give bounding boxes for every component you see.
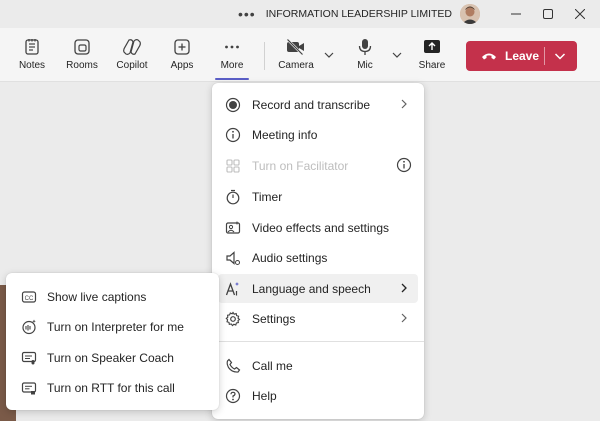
rooms-icon (74, 39, 90, 55)
record-icon (225, 97, 241, 112)
organization-name[interactable]: INFORMATION LEADERSHIP LIMITED (266, 8, 452, 20)
notes-button[interactable]: Notes (12, 28, 52, 82)
more-active-indicator (215, 78, 249, 80)
apps-button[interactable]: Apps (162, 28, 202, 82)
interpreter-icon (22, 319, 36, 334)
copilot-icon (123, 39, 141, 55)
chevron-right-icon (401, 313, 407, 323)
language-icon (225, 281, 239, 295)
title-bar: ••• INFORMATION LEADERSHIP LIMITED (0, 0, 600, 28)
menu-item-timer[interactable]: Timer (218, 182, 418, 211)
rooms-label: Rooms (66, 60, 98, 71)
rooms-button[interactable]: Rooms (62, 28, 102, 82)
menu-item-label: Call me (252, 358, 293, 373)
camera-off-icon (286, 38, 304, 56)
facilitator-icon (226, 158, 240, 173)
close-button[interactable] (564, 0, 596, 28)
meeting-toolbar: Notes Rooms Copilot Apps More Camera Mic… (0, 28, 600, 82)
menu-item-turn-on-facilitator: Turn on Facilitator (218, 151, 418, 180)
submenu-item-interpreter[interactable]: Turn on Interpreter for me (12, 312, 213, 341)
camera-button[interactable]: Camera (276, 28, 316, 82)
settings-icon (225, 311, 241, 326)
leave-options-chevron-icon[interactable] (554, 51, 566, 61)
audio-settings-icon (226, 250, 240, 265)
menu-item-label: Settings (252, 311, 296, 326)
maximize-icon (543, 9, 553, 19)
svg-text:CC: CC (25, 295, 34, 301)
mic-options-chevron-icon[interactable] (392, 50, 402, 60)
help-icon (225, 388, 241, 403)
menu-item-label: Help (252, 388, 277, 403)
toolbar-divider (264, 42, 265, 70)
camera-label: Camera (278, 60, 314, 71)
info-icon (225, 127, 241, 142)
language-submenu: CC Show live captions Turn on Interprete… (6, 273, 219, 410)
timer-icon (226, 189, 240, 204)
menu-item-label: Audio settings (252, 250, 328, 265)
mic-button[interactable]: Mic (346, 28, 384, 82)
menu-item-label: Video effects and settings (252, 220, 389, 235)
mic-label: Mic (357, 60, 373, 71)
menu-item-meeting-info[interactable]: Meeting info (218, 120, 418, 149)
submenu-item-rtt[interactable]: Turn on RTT for this call (12, 373, 213, 402)
copilot-label: Copilot (116, 60, 148, 71)
submenu-item-label: Show live captions (47, 289, 147, 304)
submenu-item-label: Turn on Speaker Coach (47, 350, 174, 365)
apps-icon (174, 39, 190, 55)
minimize-icon (511, 13, 521, 15)
menu-item-video-effects[interactable]: Video effects and settings (218, 213, 418, 242)
chevron-right-icon (401, 99, 407, 109)
hang-up-icon (482, 53, 496, 60)
mic-icon (358, 39, 372, 55)
notes-label: Notes (18, 60, 46, 71)
leave-separator (544, 47, 545, 65)
menu-item-label: Timer (252, 189, 283, 204)
share-button[interactable]: Share (413, 28, 451, 82)
phone-icon (226, 358, 241, 373)
avatar[interactable] (460, 4, 480, 24)
submenu-item-speaker-coach[interactable]: Turn on Speaker Coach (12, 343, 213, 372)
copilot-button[interactable]: Copilot (111, 28, 153, 82)
notes-icon (25, 39, 39, 55)
share-label: Share (418, 60, 446, 71)
maximize-button[interactable] (532, 0, 564, 28)
facilitator-info-icon[interactable] (396, 157, 412, 173)
share-icon (424, 40, 440, 53)
menu-divider (212, 341, 424, 342)
video-effects-icon (225, 220, 241, 234)
more-button[interactable]: More (211, 28, 253, 82)
minimize-button[interactable] (500, 0, 532, 28)
leave-label: Leave (505, 49, 540, 63)
menu-item-help[interactable]: Help (218, 381, 418, 410)
menu-item-record-and-transcribe[interactable]: Record and transcribe (218, 90, 418, 119)
title-more-button[interactable]: ••• (238, 6, 256, 22)
menu-item-label: Meeting info (252, 127, 318, 142)
chevron-right-icon (401, 283, 407, 293)
menu-item-label: Record and transcribe (252, 97, 371, 112)
more-icon (225, 45, 239, 49)
camera-options-chevron-icon[interactable] (324, 50, 334, 60)
submenu-item-label: Turn on RTT for this call (47, 380, 175, 395)
menu-item-label: Turn on Facilitator (252, 158, 349, 173)
close-icon (575, 9, 585, 19)
submenu-item-show-live-captions[interactable]: CC Show live captions (12, 282, 213, 311)
rtt-icon (21, 381, 37, 394)
apps-label: Apps (170, 60, 194, 71)
menu-item-label: Language and speech (252, 281, 371, 296)
speaker-coach-icon (21, 351, 37, 364)
submenu-item-label: Turn on Interpreter for me (47, 319, 184, 334)
menu-item-audio-settings[interactable]: Audio settings (218, 243, 418, 272)
menu-item-call-me[interactable]: Call me (218, 351, 418, 380)
leave-button[interactable]: Leave (466, 41, 577, 71)
more-label: More (220, 60, 244, 71)
menu-item-language-and-speech[interactable]: Language and speech (218, 274, 418, 303)
more-menu: Record and transcribe Meeting info Turn … (212, 83, 424, 419)
menu-item-settings[interactable]: Settings (218, 304, 418, 333)
captions-icon: CC (21, 290, 37, 303)
